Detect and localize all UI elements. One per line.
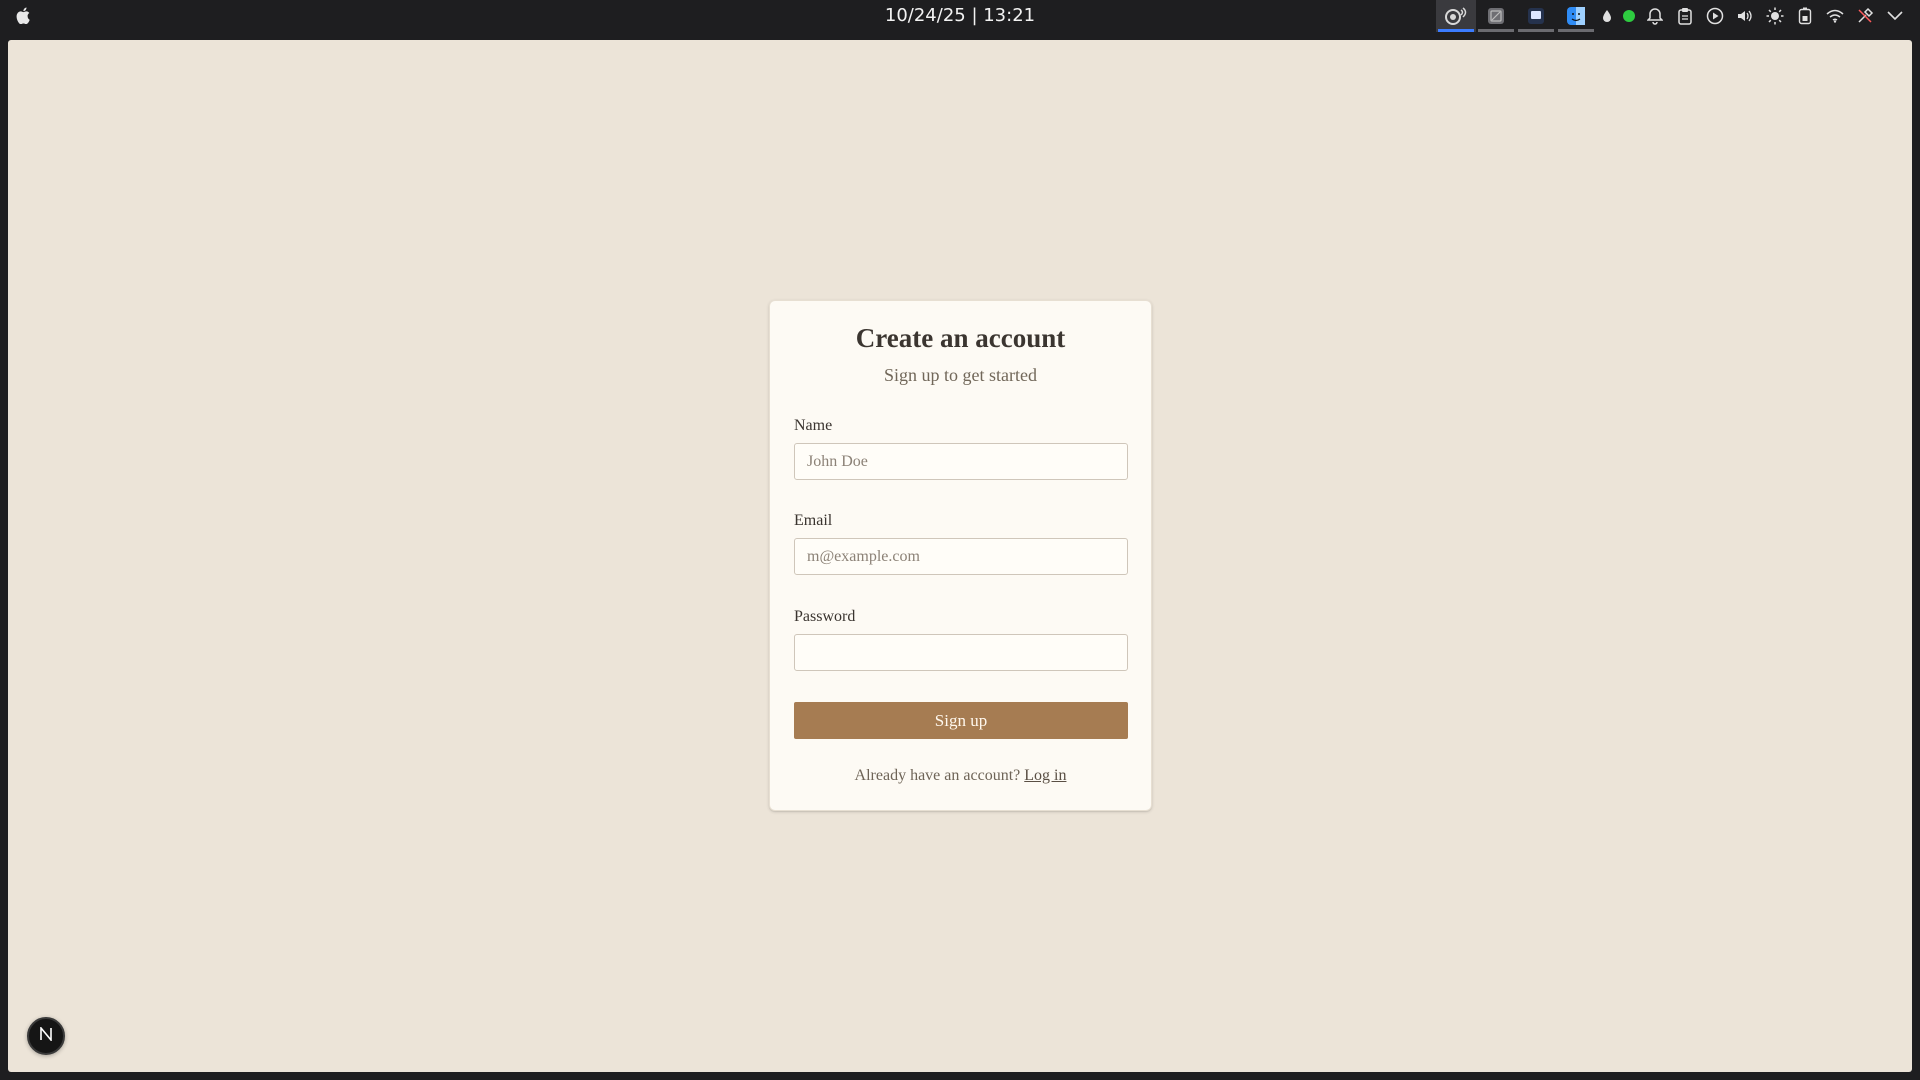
clipboard-icon[interactable] [1670, 0, 1700, 32]
app-window-2[interactable] [1516, 0, 1556, 32]
app-window-icon [1486, 6, 1506, 26]
tools-icon[interactable] [1850, 0, 1880, 32]
login-prompt-text: Already have an account? [854, 767, 1021, 784]
page-viewport: Create an account Sign up to get started… [8, 40, 1912, 1072]
finder-app[interactable] [1556, 0, 1596, 32]
screen-recorder-icon [1443, 6, 1469, 26]
dev-tools-badge[interactable] [27, 1017, 65, 1055]
page-title: Create an account [855, 323, 1066, 353]
email-label: Email [794, 512, 833, 529]
play-icon[interactable] [1700, 0, 1730, 32]
app-window-1[interactable] [1476, 0, 1516, 32]
bell-icon[interactable] [1640, 0, 1670, 32]
n-logo-icon [39, 1025, 53, 1046]
volume-icon[interactable] [1730, 0, 1760, 32]
system-menu-bar: 10/24/25 | 13:21 [0, 0, 1920, 32]
finder-icon [1566, 6, 1586, 26]
battery-icon[interactable] [1790, 0, 1820, 32]
wifi-icon[interactable] [1820, 0, 1850, 32]
signup-card: Create an account Sign up to get started… [769, 300, 1152, 811]
log-in-link[interactable]: Log in [1024, 767, 1066, 784]
app-window-icon [1526, 6, 1546, 26]
email-input[interactable] [794, 538, 1128, 575]
password-label: Password [794, 608, 856, 625]
login-prompt: Already have an account? Log in [770, 767, 1151, 785]
brightness-icon[interactable] [1760, 0, 1790, 32]
status-tray [1436, 0, 1910, 32]
apple-logo-icon[interactable] [16, 7, 32, 25]
status-dot-icon [1618, 0, 1640, 32]
sign-up-button[interactable]: Sign up [794, 702, 1128, 739]
page-subtitle: Sign up to get started [884, 365, 1037, 385]
droplet-icon[interactable] [1596, 0, 1618, 32]
name-label: Name [794, 417, 833, 434]
screen-recorder-app[interactable] [1436, 0, 1476, 32]
name-input[interactable] [794, 443, 1128, 480]
chevron-down-icon[interactable] [1880, 0, 1910, 32]
password-input[interactable] [794, 634, 1128, 671]
